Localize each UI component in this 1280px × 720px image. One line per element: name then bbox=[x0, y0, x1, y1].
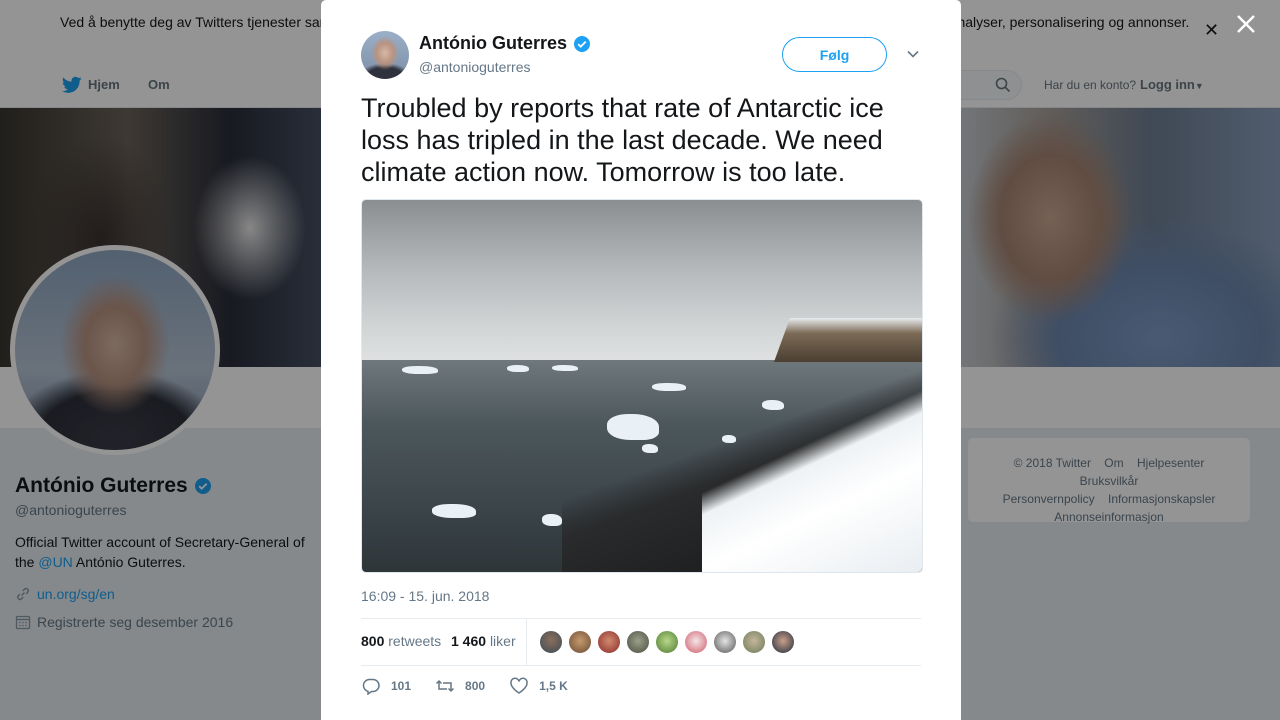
ice-floe bbox=[652, 383, 686, 391]
ice-floe bbox=[642, 444, 658, 453]
liker-avatar[interactable] bbox=[597, 630, 621, 654]
retweet-action-count: 800 bbox=[465, 679, 486, 693]
retweet-count[interactable]: 800 bbox=[361, 633, 384, 649]
ice-floe bbox=[722, 435, 736, 443]
divider bbox=[361, 618, 921, 619]
liker-avatar[interactable] bbox=[771, 630, 795, 654]
ice-floe bbox=[402, 366, 438, 374]
tweet-photo[interactable] bbox=[361, 199, 923, 573]
close-icon[interactable] bbox=[1234, 12, 1258, 36]
follow-button[interactable]: Følg bbox=[782, 37, 887, 72]
retweet-button[interactable]: 800 bbox=[435, 677, 485, 695]
tweet-modal: António Guterres @antonioguterres Følg T… bbox=[321, 0, 961, 720]
retweet-stats[interactable]: 800 retweets bbox=[361, 633, 441, 649]
verified-badge-icon bbox=[574, 35, 591, 52]
like-action-count: 1,5 K bbox=[539, 679, 568, 693]
reply-button[interactable]: 101 bbox=[361, 677, 411, 695]
ice-floe bbox=[607, 414, 659, 440]
liker-avatar[interactable] bbox=[742, 630, 766, 654]
reply-icon bbox=[362, 678, 380, 695]
photo-snow bbox=[702, 340, 922, 572]
ice-floe bbox=[507, 365, 529, 372]
divider bbox=[526, 619, 527, 665]
tweet-author-avatar[interactable] bbox=[361, 31, 409, 79]
liker-avatar[interactable] bbox=[568, 630, 592, 654]
ice-floe bbox=[542, 514, 562, 526]
likers-avatars bbox=[539, 630, 795, 654]
tweet-author-handle[interactable]: @antonioguterres bbox=[419, 59, 531, 75]
like-label[interactable]: liker bbox=[490, 633, 516, 649]
tweet-timestamp[interactable]: 16:09 - 15. jun. 2018 bbox=[361, 588, 489, 604]
liker-avatar[interactable] bbox=[626, 630, 650, 654]
tweet-text: Troubled by reports that rate of Antarct… bbox=[361, 93, 884, 187]
like-stats[interactable]: 1 460 liker bbox=[451, 633, 516, 649]
tweet-author-name[interactable]: António Guterres bbox=[419, 33, 591, 54]
tweet-author-name-text[interactable]: António Guterres bbox=[419, 33, 567, 54]
liker-avatar[interactable] bbox=[655, 630, 679, 654]
like-button[interactable]: 1,5 K bbox=[509, 677, 568, 695]
liker-avatar[interactable] bbox=[713, 630, 737, 654]
heart-icon bbox=[510, 677, 528, 694]
liker-avatar[interactable] bbox=[684, 630, 708, 654]
ice-floe bbox=[762, 400, 784, 410]
retweet-label[interactable]: retweets bbox=[388, 633, 441, 649]
ice-floe bbox=[432, 504, 476, 518]
chevron-down-icon[interactable] bbox=[905, 46, 921, 62]
reply-count: 101 bbox=[391, 679, 412, 693]
divider bbox=[361, 665, 921, 666]
ice-floe bbox=[552, 365, 578, 371]
photo-cliff bbox=[773, 318, 922, 362]
tweet-actions: 101 800 1,5 K bbox=[361, 677, 592, 695]
liker-avatar[interactable] bbox=[539, 630, 563, 654]
like-count[interactable]: 1 460 bbox=[451, 633, 486, 649]
retweet-icon bbox=[436, 679, 455, 693]
